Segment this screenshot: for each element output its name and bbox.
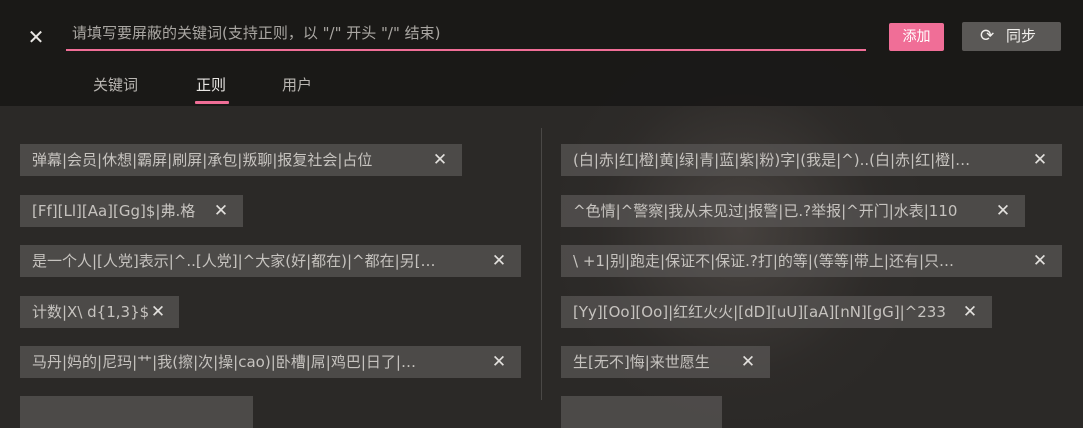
tab-regex[interactable]: 正则	[196, 74, 226, 95]
close-icon[interactable]: ✕	[738, 346, 758, 378]
rule-text: \ +1|别|跑走|保证不|保证.?打|的等|(等等|带上|还有|只…	[573, 252, 955, 270]
add-button[interactable]: 添加	[889, 23, 944, 51]
rule-text: 生[无不]悔|来世愿生	[573, 353, 710, 371]
rule-chip-partial[interactable]	[20, 396, 253, 428]
tab-users[interactable]: 用户	[282, 74, 312, 95]
filter-tabs: 关键词 正则 用户	[0, 62, 600, 106]
rule-chip[interactable]: [Yy][Oo][Oo]|红红火火|[dD][uU][aA][nN][gG]|^…	[561, 296, 992, 328]
rule-chip[interactable]: ^色情|^警察|我从未见过|报警|已.?举报|^开门|水表|110 ✕	[561, 195, 1025, 227]
top-bar: ✕ 添加 ⟳ 同步 关键词 正则 用户	[0, 0, 1083, 106]
rule-text: 马丹|妈的|尼玛|艹|我(擦|次|操|cao)|卧槽|屌|鸡巴|日了|…	[32, 353, 416, 371]
rule-text: (白|赤|红|橙|黄|绿|青|蓝|紫|粉)字|(我是|^)..(白|赤|红|橙|…	[573, 151, 971, 169]
close-icon[interactable]: ✕	[1030, 144, 1050, 176]
rule-chip[interactable]: (白|赤|红|橙|黄|绿|青|蓝|紫|粉)字|(我是|^)..(白|赤|红|橙|…	[561, 144, 1062, 176]
rule-chip[interactable]: 是一个人|[人党]表示|^..[人党]|^大家(好|都在)|^都在|另[… ✕	[20, 245, 521, 277]
sync-button[interactable]: ⟳ 同步	[962, 22, 1061, 51]
rule-chip[interactable]: \ +1|别|跑走|保证不|保证.?打|的等|(等等|带上|还有|只… ✕	[561, 245, 1062, 277]
rule-chip-partial[interactable]	[561, 396, 722, 428]
rule-text: [Ff][Ll][Aa][Gg]$|弗.格	[32, 202, 196, 220]
close-icon[interactable]: ✕	[25, 26, 47, 48]
close-icon[interactable]: ✕	[489, 346, 509, 378]
rule-chip[interactable]: 生[无不]悔|来世愿生 ✕	[561, 346, 770, 378]
active-tab-indicator	[195, 101, 229, 104]
rule-chip[interactable]: [Ff][Ll][Aa][Gg]$|弗.格 ✕	[20, 195, 243, 227]
column-divider	[541, 128, 542, 400]
close-icon[interactable]: ✕	[489, 245, 509, 277]
rule-chip[interactable]: 计数|X\ d{1,3}$ ✕	[20, 296, 179, 328]
rule-text: ^色情|^警察|我从未见过|报警|已.?举报|^开门|水表|110	[573, 202, 958, 220]
keyword-input[interactable]	[66, 18, 866, 48]
sync-label: 同步	[1006, 27, 1037, 45]
refresh-icon: ⟳	[980, 26, 995, 46]
search-field	[66, 18, 866, 51]
rule-chip[interactable]: 马丹|妈的|尼玛|艹|我(擦|次|操|cao)|卧槽|屌|鸡巴|日了|… ✕	[20, 346, 521, 378]
rule-text: 是一个人|[人党]表示|^..[人党]|^大家(好|都在)|^都在|另[…	[32, 252, 436, 270]
close-icon[interactable]: ✕	[430, 144, 450, 176]
rule-chip[interactable]: 弹幕|会员|休想|霸屏|刷屏|承包|叛聊|报复社会|占位 ✕	[20, 144, 462, 176]
close-icon[interactable]: ✕	[211, 195, 231, 227]
tab-keywords[interactable]: 关键词	[93, 74, 138, 95]
rule-text: 弹幕|会员|休想|霸屏|刷屏|承包|叛聊|报复社会|占位	[32, 151, 373, 169]
close-icon[interactable]: ✕	[993, 195, 1013, 227]
close-icon[interactable]: ✕	[1030, 245, 1050, 277]
rule-text: [Yy][Oo][Oo]|红红火火|[dD][uU][aA][nN][gG]|^…	[573, 303, 946, 321]
rule-text: 计数|X\ d{1,3}$	[32, 303, 150, 321]
close-icon[interactable]: ✕	[148, 296, 168, 328]
close-icon[interactable]: ✕	[960, 296, 980, 328]
